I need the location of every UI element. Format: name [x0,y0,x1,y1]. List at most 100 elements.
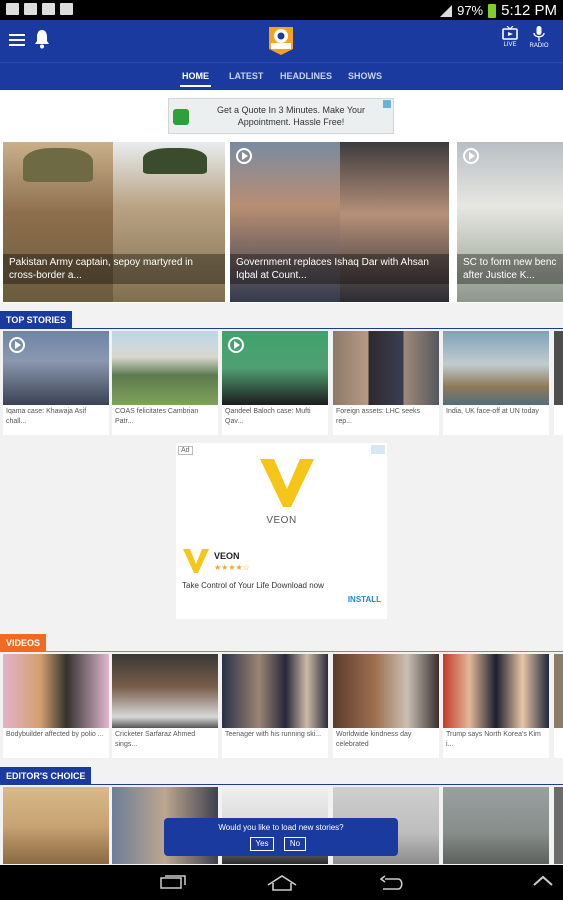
veon-logo-icon [260,459,314,507]
tab-latest[interactable]: LATEST [229,71,263,81]
system-nav-bar [0,865,563,900]
radio-label: RADIO [529,43,549,49]
home-icon[interactable] [266,875,298,891]
section-divider [0,651,563,652]
veon-app-icon [183,549,209,573]
live-tv-button[interactable]: LIVE [498,25,522,58]
sponsored-ad[interactable]: Ad VEON VEON ★★★★☆ Take Control of Your … [176,443,387,619]
top-story-card[interactable]: COAS felicitates Cambrian Patr... [112,331,218,435]
bell-icon[interactable] [34,29,50,49]
hero-story-card[interactable]: Pakistan Army captain, sepoy martyred in… [3,142,225,302]
section-editors-choice[interactable]: EDITOR'S CHOICE [0,767,92,785]
story-image-beret [143,148,207,174]
download-icon [42,3,55,15]
story-thumbnail [112,331,218,405]
radio-button[interactable]: RADIO [527,26,551,58]
hero-story-card[interactable]: Government replaces Ishaq Dar with Ahsan… [230,142,449,302]
notification-icon [6,3,19,15]
section-divider [0,328,563,329]
video-thumbnail [3,654,109,728]
top-story-card[interactable]: Qandeel Baloch case: Mufti Qav... [222,331,328,435]
story-title: Iqama case: Khawaja Asif chall... [6,408,87,425]
rating-stars: ★★★★☆ [214,563,250,572]
video-title: Teenager with his running ski... [225,731,322,738]
tab-bar: HOME LATEST HEADLINES SHOWS [0,62,563,90]
tab-shows[interactable]: SHOWS [348,71,382,81]
top-story-card-partial[interactable] [554,331,563,435]
status-bar: 97% 5:12 PM [0,0,563,20]
top-story-card[interactable]: Iqama case: Khawaja Asif chall... [3,331,109,435]
video-thumbnail [222,654,328,728]
battery-icon [488,3,497,18]
video-play-icon[interactable] [463,148,479,164]
tab-headlines[interactable]: HEADLINES [280,71,332,81]
video-thumbnail [333,654,439,728]
load-new-stories-toast: Would you like to load new stories? Yes … [164,818,398,856]
top-story-card[interactable]: India, UK face-off at UN today [443,331,549,435]
section-divider [0,784,563,785]
install-button[interactable]: INSTALL [348,595,381,604]
video-card-partial[interactable] [554,654,563,758]
recent-apps-icon[interactable] [160,875,186,889]
banner-ad[interactable]: Get a Quote In 3 Minutes. Make Your Appo… [168,98,394,134]
hero-caption: Pakistan Army captain, sepoy martyred in… [3,254,225,284]
ad-choices-icon[interactable] [383,100,391,108]
section-videos[interactable]: VIDEOS [0,634,47,652]
clock: 5:12 PM [501,2,557,19]
story-thumbnail [333,331,439,405]
story-title: Foreign assets: LHC seeks rep... [336,408,421,425]
video-card[interactable]: Cricketer Sarfaraz Ahmed sings... [112,654,218,758]
editors-card[interactable] [443,787,549,864]
hero-story-card[interactable]: SC to form new benc after Justice K... [457,142,563,302]
app-bar: LIVE RADIO [0,20,563,62]
story-thumbnail [443,331,549,405]
battery-percent: 97% [457,3,484,18]
video-play-icon[interactable] [236,148,252,164]
story-image-cap [23,148,93,182]
geo-news-logo-icon[interactable] [266,23,296,57]
gallery-icon [24,3,37,15]
editors-thumbnail [554,787,563,864]
editors-thumbnail [443,787,549,864]
story-title: India, UK face-off at UN today [446,408,539,415]
section-top-stories[interactable]: TOP STORIES [0,311,73,329]
story-title: COAS felicitates Cambrian Patr... [115,408,199,425]
video-title: Bodybuilder affected by polio ... [6,731,104,738]
editors-thumbnail [3,787,109,864]
video-play-icon[interactable] [9,337,25,353]
ad-choices-icon[interactable] [371,445,385,454]
editors-card[interactable] [3,787,109,864]
video-title: Worldwide kindness day celebrated [336,731,412,748]
toast-message: Would you like to load new stories? [218,823,344,832]
live-label: LIVE [503,42,517,48]
notification-icons [6,3,73,15]
video-title: Trump says North Korea's Kim i... [446,731,541,748]
video-card[interactable]: Teenager with his running ski... [222,654,328,758]
back-icon[interactable] [378,875,404,891]
signal-icon [440,4,453,17]
editors-card-partial[interactable] [554,787,563,864]
chevron-up-icon[interactable] [532,875,554,887]
ad-logo-icon [173,109,189,125]
video-card[interactable]: Trump says North Korea's Kim i... [443,654,549,758]
video-thumbnail [443,654,549,728]
yes-button[interactable]: Yes [250,837,274,851]
ad-body-text: Take Control of Your Life Download now [182,581,324,590]
no-button[interactable]: No [284,837,306,851]
video-thumbnail [554,654,563,728]
tab-home[interactable]: HOME [180,71,211,87]
video-card[interactable]: Bodybuilder affected by polio ... [3,654,109,758]
hero-caption: Government replaces Ishaq Dar with Ahsan… [230,254,449,284]
story-title: Qandeel Baloch case: Mufti Qav... [225,408,311,425]
hero-caption: SC to form new benc after Justice K... [457,254,563,284]
play-store-icon [60,3,73,15]
microphone-icon [533,26,545,41]
video-card[interactable]: Worldwide kindness day celebrated [333,654,439,758]
menu-icon[interactable] [9,34,25,46]
video-play-icon[interactable] [228,337,244,353]
top-story-card[interactable]: Foreign assets: LHC seeks rep... [333,331,439,435]
video-thumbnail [112,654,218,728]
story-thumbnail [554,331,563,405]
tv-icon [502,25,518,40]
ad-label: Ad [178,446,193,455]
